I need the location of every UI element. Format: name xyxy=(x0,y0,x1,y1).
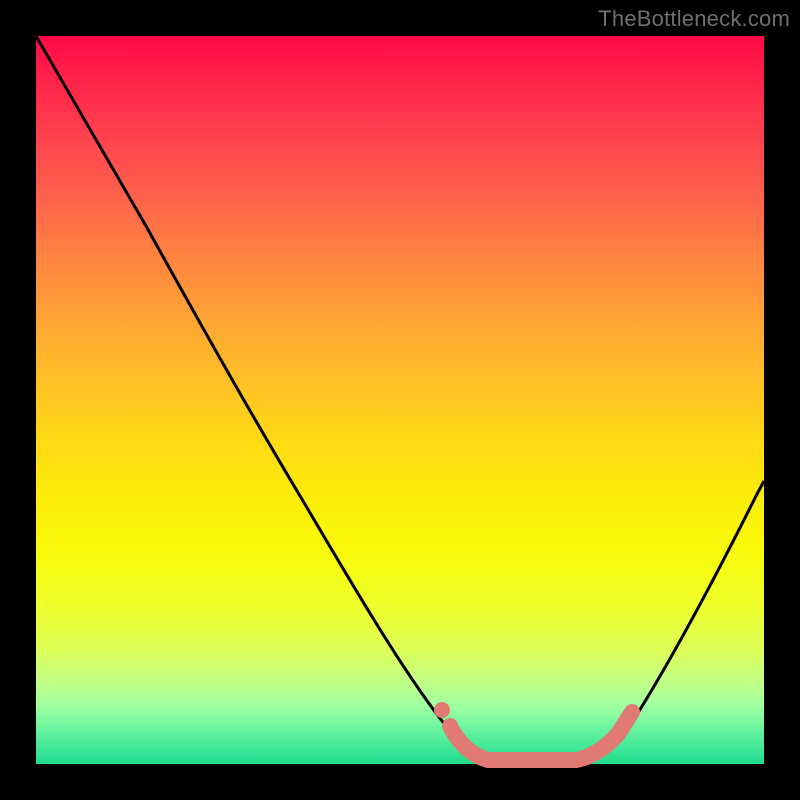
optimal-zone-highlight xyxy=(452,712,632,760)
highlight-dot xyxy=(434,702,450,718)
bottleneck-curve xyxy=(36,36,764,762)
chart-frame: TheBottleneck.com xyxy=(0,0,800,800)
watermark-text: TheBottleneck.com xyxy=(598,6,790,32)
highlight-dot xyxy=(442,718,458,734)
plot-area xyxy=(36,36,764,764)
curve-layer xyxy=(36,36,764,764)
